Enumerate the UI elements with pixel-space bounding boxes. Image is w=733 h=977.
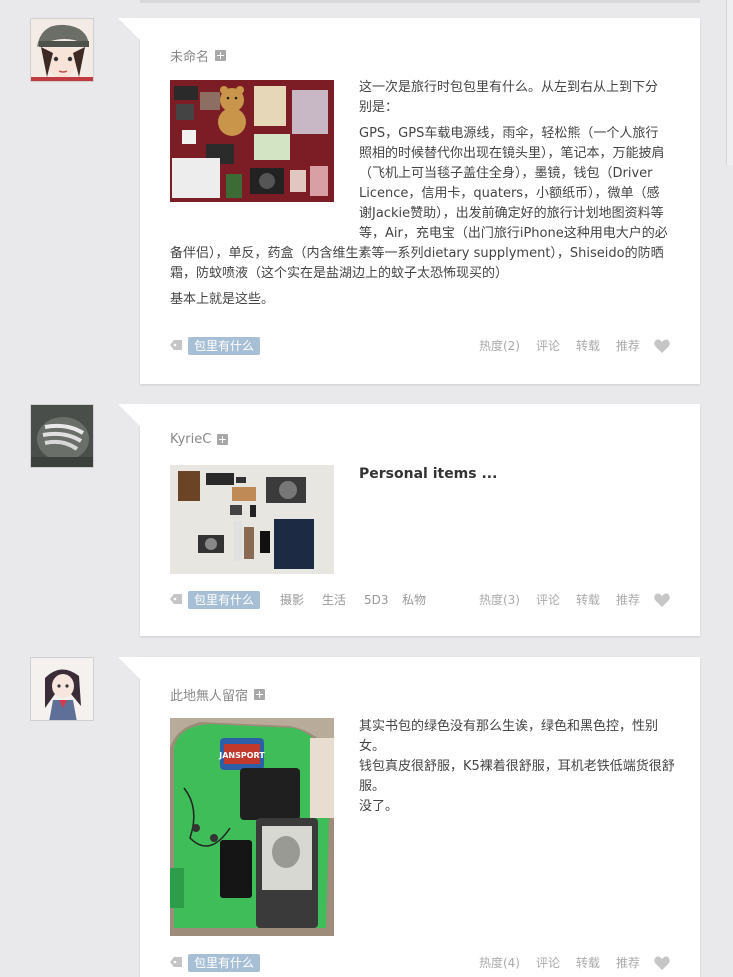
post-title[interactable]: Personal items ... [359, 464, 671, 484]
comment-button[interactable]: 评论 [536, 592, 560, 608]
card-pointer [118, 18, 140, 40]
follow-icon[interactable] [254, 689, 266, 700]
author-name[interactable]: KyrieC [170, 432, 229, 447]
author-label[interactable]: 未命名 [170, 46, 209, 65]
post-photo[interactable]: JANSPORT [170, 718, 334, 936]
recommend-button[interactable]: 推荐 [616, 338, 640, 354]
avatar[interactable] [30, 404, 94, 468]
post-body: 这一次是旅行时包包里有什么。从左到右从上到下分别是： GPS，GPS车载电源线，… [170, 78, 670, 316]
closing-paragraph: 基本上就是这些。 [170, 292, 275, 307]
brand-label: JANSPORT [218, 751, 265, 760]
hot-count[interactable]: 热度(4) [479, 955, 520, 971]
post-body: 其实书包的绿色没有那么生诶，绿色和黑色控，性别女。 钱包真皮很舒服，K5裸着很舒… [359, 717, 675, 817]
tag-chip[interactable]: 包里有什么 [188, 591, 261, 609]
avatar[interactable] [30, 657, 94, 721]
post-card: 未命名 这一次是旅行时包包里有什么。从左到右从上到下分别是： GPS，GPS车载… [118, 18, 700, 384]
tag-icon [170, 340, 182, 350]
like-heart-icon[interactable] [654, 593, 670, 607]
post-footer: 包里有什么 热度(4) 评论 转载 推荐 [170, 953, 670, 973]
post-actions: 热度(2) 评论 转载 推荐 [463, 338, 670, 354]
comment-button[interactable]: 评论 [536, 338, 560, 354]
scrollbar[interactable] [726, 0, 733, 165]
hot-count[interactable]: 热度(3) [479, 592, 520, 608]
tag-icon [170, 957, 182, 967]
photo-float-spacer [170, 78, 359, 226]
tag-chip[interactable]: 包里有什么 [188, 954, 261, 972]
body-line: 没了。 [359, 799, 399, 814]
reblog-button[interactable]: 转载 [576, 338, 600, 354]
post-photo[interactable] [170, 465, 334, 574]
recommend-button[interactable]: 推荐 [616, 955, 640, 971]
author-name[interactable]: 未命名 [170, 46, 227, 65]
post-footer: 包里有什么 摄影 生活 5D3 私物 热度(3) 评论 转载 推荐 [170, 590, 670, 610]
like-heart-icon[interactable] [654, 339, 670, 353]
tag-icon [170, 594, 182, 604]
post-card: KyrieC Personal items ... 包里有什么 摄影 生活 5D… [118, 404, 700, 636]
author-name[interactable]: 此地無人留宿 [170, 685, 266, 704]
post-card: 此地無人留宿 JANSPORT 其实书包的绿色没有那么生诶，绿色和黑色控，性别女… [118, 657, 700, 977]
comment-button[interactable]: 评论 [536, 955, 560, 971]
author-label[interactable]: KyrieC [170, 432, 211, 447]
like-heart-icon[interactable] [654, 956, 670, 970]
hot-count[interactable]: 热度(2) [479, 338, 520, 354]
tag-chip[interactable]: 包里有什么 [188, 337, 261, 355]
card-pointer [118, 404, 140, 426]
extra-tag[interactable]: 5D3 [364, 592, 389, 608]
card-pointer [118, 657, 140, 679]
body-line: 其实书包的绿色没有那么生诶，绿色和黑色控，性别女。 [359, 719, 659, 754]
extra-tag[interactable]: 生活 [322, 592, 346, 608]
post-actions: 热度(4) 评论 转载 推荐 [463, 955, 670, 971]
extra-tag[interactable]: 私物 [402, 592, 426, 608]
author-label[interactable]: 此地無人留宿 [170, 685, 248, 704]
reblog-button[interactable]: 转载 [576, 955, 600, 971]
post-actions: 热度(3) 评论 转载 推荐 [463, 592, 670, 608]
avatar[interactable] [30, 18, 94, 82]
previous-card-edge [140, 0, 700, 3]
follow-icon[interactable] [215, 50, 227, 61]
recommend-button[interactable]: 推荐 [616, 592, 640, 608]
reblog-button[interactable]: 转载 [576, 592, 600, 608]
body-line: 钱包真皮很舒服，K5裸着很舒服，耳机老铁低端货很舒服。 [359, 759, 675, 794]
follow-icon[interactable] [217, 434, 229, 445]
post-footer: 包里有什么 热度(2) 评论 转载 推荐 [170, 336, 670, 356]
extra-tag[interactable]: 摄影 [280, 592, 304, 608]
